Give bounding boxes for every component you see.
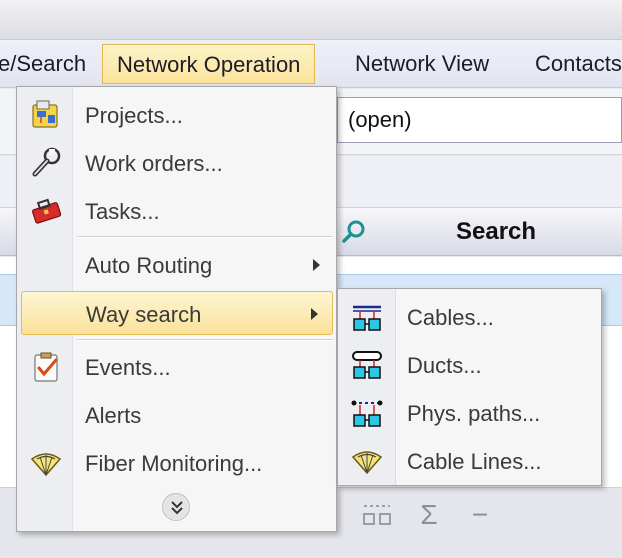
wrench-icon: [32, 147, 61, 177]
sum-icon[interactable]: Σ: [412, 498, 446, 532]
submenu-item-phys-paths[interactable]: Phys. paths...: [340, 391, 599, 435]
menu-item-label: Alerts: [85, 403, 142, 428]
network-operation-menu: Projects... Work orders... Tasks... Auto…: [16, 86, 337, 532]
menu-item-label: Work orders...: [85, 151, 223, 176]
combo-value: (open): [348, 107, 412, 132]
phys-path-icon: [351, 400, 383, 427]
clipboard-check-icon: [34, 352, 58, 382]
menu-edit-search[interactable]: e/Search: [0, 44, 86, 84]
menu-separator: [77, 236, 333, 238]
fiber-fan-icon: [351, 451, 383, 475]
menu-item-label: Tasks...: [85, 199, 160, 224]
menu-item-work-orders[interactable]: Work orders...: [19, 141, 334, 185]
menu-item-alerts[interactable]: Alerts: [19, 393, 334, 437]
network-icon[interactable]: [360, 498, 394, 532]
toolbox-icon: [32, 198, 62, 224]
menu-item-label: Way search: [86, 302, 202, 327]
submenu-item-ducts[interactable]: Ducts...: [340, 343, 599, 387]
menu-item-label: Auto Routing: [85, 253, 213, 278]
menu-item-label: Fiber Monitoring...: [85, 451, 263, 476]
minus-icon[interactable]: −: [463, 498, 497, 532]
selection-combo[interactable]: (open): [337, 97, 622, 143]
submenu-arrow-icon: [313, 259, 320, 271]
cable-icon: [353, 305, 381, 331]
menu-item-label: Events...: [85, 355, 171, 380]
menu-separator: [77, 339, 333, 341]
window-titlebar: [0, 0, 622, 40]
menu-item-auto-routing[interactable]: Auto Routing: [19, 243, 334, 287]
menu-item-way-search[interactable]: Way search: [21, 291, 333, 335]
menu-network-operation[interactable]: Network Operation: [102, 44, 316, 84]
menu-item-projects[interactable]: Projects...: [19, 93, 334, 137]
menu-item-tasks[interactable]: Tasks...: [19, 189, 334, 233]
duct-icon: [352, 351, 382, 379]
submenu-item-label: Phys. paths...: [407, 401, 541, 426]
submenu-item-label: Cable Lines...: [407, 449, 542, 474]
double-chevron-down-icon: [171, 501, 183, 515]
fiber-fan-icon: [30, 453, 62, 477]
menu-item-fiber-monitoring[interactable]: Fiber Monitoring...: [19, 441, 334, 485]
projects-icon: [32, 100, 58, 128]
menu-item-events[interactable]: Events...: [19, 345, 334, 389]
submenu-item-label: Ducts...: [407, 353, 482, 378]
submenu-item-label: Cables...: [407, 305, 494, 330]
way-search-submenu: Cables... Ducts... Phys. paths... Cable …: [337, 288, 602, 486]
menubar: e/Search Network Operation Network View …: [0, 40, 622, 88]
search-header-label[interactable]: Search: [456, 218, 536, 246]
search-icon[interactable]: [340, 218, 368, 246]
menu-item-label: Projects...: [85, 103, 183, 128]
menu-contacts[interactable]: Contacts: [535, 44, 622, 84]
menu-network-view[interactable]: Network View: [355, 44, 489, 84]
menu-expand-button[interactable]: [162, 493, 190, 521]
submenu-item-cables[interactable]: Cables...: [340, 295, 599, 339]
submenu-item-cable-lines[interactable]: Cable Lines...: [340, 439, 599, 483]
submenu-arrow-icon: [311, 308, 318, 320]
